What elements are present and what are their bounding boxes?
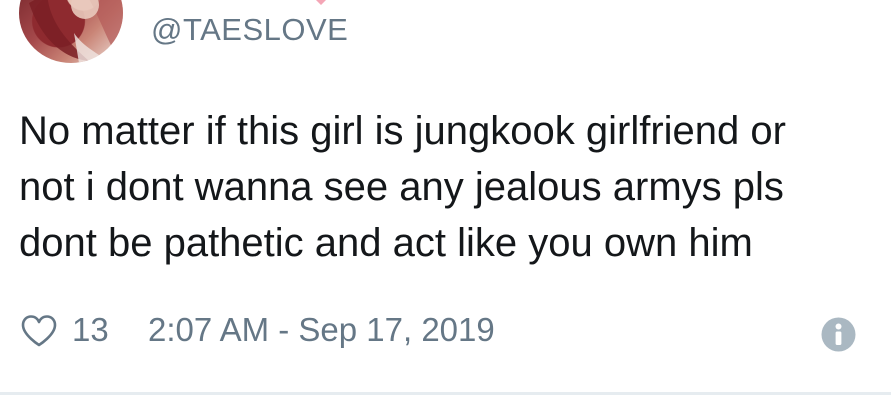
tweet-text-line: No matter if this girl is jungkook girlf… bbox=[19, 109, 786, 153]
tweet-text: No matter if this girl is jungkook girlf… bbox=[19, 103, 869, 271]
user-handle[interactable]: @TAESLOVE bbox=[151, 12, 348, 48]
divider bbox=[0, 392, 891, 395]
tweet-text-line: not i dont wanna see any jealous armys p… bbox=[19, 165, 784, 209]
tweet-timestamp[interactable]: 2:07 AM - Sep 17, 2019 bbox=[148, 311, 495, 349]
tweet-card: @TAESLOVE No matter if this girl is jung… bbox=[0, 0, 891, 420]
pink-heart-icon bbox=[316, 0, 326, 5]
like-count: 13 bbox=[72, 311, 109, 348]
avatar[interactable] bbox=[19, 0, 123, 63]
info-icon[interactable] bbox=[821, 317, 856, 352]
tweet-footer: 13 2:07 AM - Sep 17, 2019 bbox=[20, 308, 860, 352]
tweet-text-line: dont be pathetic and act like you own hi… bbox=[19, 221, 753, 265]
heart-outline-icon[interactable] bbox=[20, 314, 58, 348]
